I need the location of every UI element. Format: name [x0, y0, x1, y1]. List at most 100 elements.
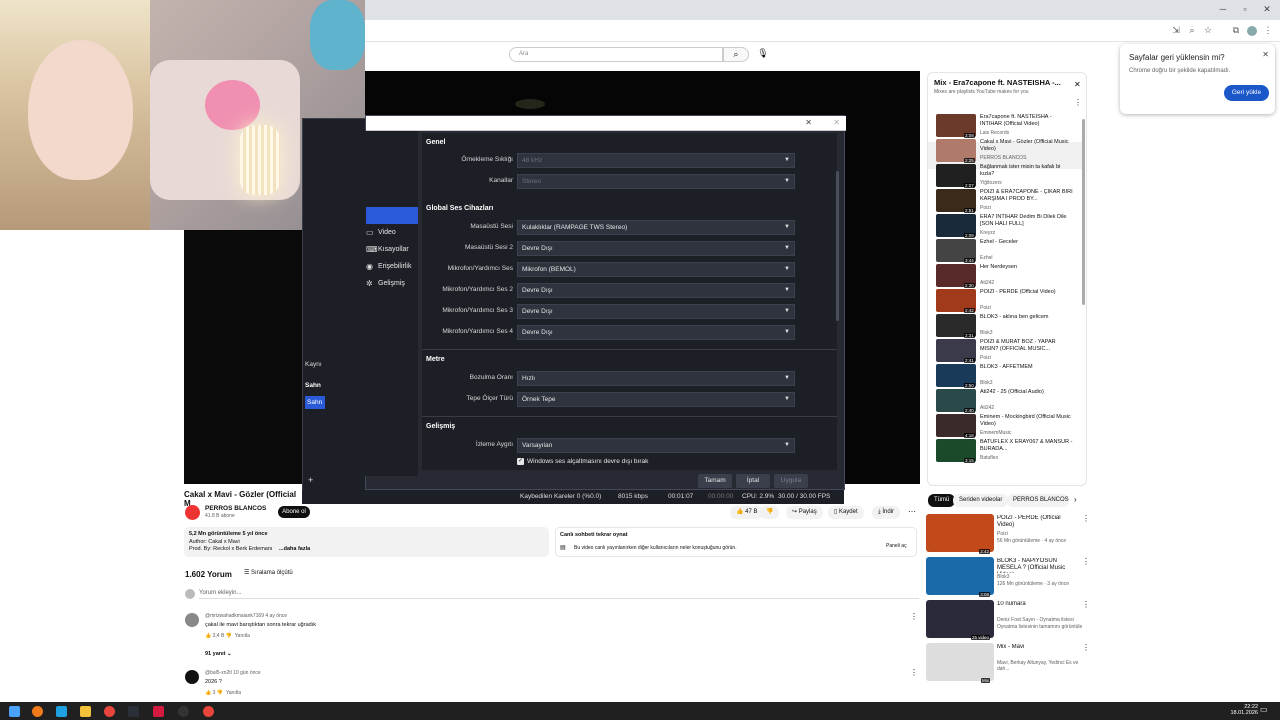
thumbs-down-icon[interactable]: 👎 — [217, 690, 223, 696]
save-button[interactable]: ▯ Kaydet — [828, 506, 864, 519]
scene-item[interactable]: Sahn — [305, 396, 325, 409]
comment-avatar[interactable] — [185, 613, 199, 627]
cancel-button[interactable]: İptal — [736, 474, 770, 488]
sort-button[interactable]: ☰ Sıralama ölçütü — [244, 569, 293, 576]
more-icon[interactable]: ⋯ — [908, 507, 916, 516]
playlist-item[interactable]: 2:40 Ati242 - 25 (Official Audio) Ati242 — [936, 389, 1081, 415]
playlist-item[interactable]: 2:50 BLOK3 - AFFETMEM Blok3 — [936, 364, 1081, 390]
mic-3-select[interactable]: Devre Dışı ▼ — [517, 304, 795, 319]
apply-button[interactable]: Uygula — [774, 474, 808, 488]
install-icon[interactable]: ⇲ — [1170, 25, 1182, 37]
dislike-button[interactable]: 👎 — [760, 506, 780, 519]
sample-rate-select[interactable]: 48 kHz ▼ — [517, 153, 795, 168]
subscribe-button[interactable]: Abone ol — [278, 506, 310, 518]
replies-toggle[interactable]: 91 yanıt ⌄ — [205, 651, 232, 657]
playlist-menu-icon[interactable]: ⋮ — [1074, 98, 1082, 107]
share-button[interactable]: ↪ Paylaş — [786, 506, 823, 519]
add-icon[interactable]: + — [308, 475, 313, 485]
chevron-right-icon[interactable]: › — [1074, 495, 1077, 504]
thumbs-down-icon[interactable]: 👎 — [226, 633, 232, 639]
steam-icon[interactable] — [128, 706, 139, 717]
comment-menu-icon[interactable]: ⋮ — [910, 612, 918, 621]
playlist-item[interactable]: 2:25 Cakal x Mavi - Gözler (Official Musi… — [936, 139, 1081, 165]
channels-select[interactable]: Stereo ▼ — [517, 174, 795, 189]
comment-author-name[interactable]: @mrizwahadkmaiank7169 — [205, 613, 264, 619]
maximize-icon[interactable]: ▫ — [1237, 4, 1253, 16]
item-menu-icon[interactable]: ⋮ — [1082, 514, 1090, 523]
playlist-scrollbar[interactable] — [1082, 119, 1085, 305]
item-menu-icon[interactable]: ⋮ — [1082, 557, 1090, 566]
mic-4-select[interactable]: Devre Dışı ▼ — [517, 325, 795, 340]
description-box[interactable]: 5,2 Mn görüntüleme 5 yıl önce Author: Ca… — [184, 527, 549, 557]
desktop-audio-2-select[interactable]: Devre Dışı ▼ — [517, 241, 795, 256]
sidebar-item-advanced[interactable]: ✲ Gelişmiş — [360, 275, 420, 292]
chip-channel[interactable]: PERROS BLANCOS ... — [1007, 494, 1069, 507]
mic-select[interactable]: Mikrofon (BEMOL) ▼ — [517, 262, 795, 277]
add-comment-input[interactable]: Yorum ekleyin... — [199, 590, 919, 599]
notification-icon[interactable]: ▭ — [1260, 705, 1268, 714]
monitoring-select[interactable]: Varsayılan ▼ — [517, 438, 795, 453]
recommended-item[interactable]: Mix Mix - Mavi Mavi, Berkay Altunyay, Yedi… — [926, 643, 1090, 685]
description-more[interactable]: ...daha fazla — [279, 546, 310, 552]
chip-series[interactable]: Seriden videolar — [953, 494, 1009, 507]
minimize-icon[interactable]: ─ — [1215, 4, 1231, 16]
sidebar-item-audio[interactable] — [366, 207, 418, 224]
channel-name[interactable]: PERROS BLANCOS — [205, 505, 266, 512]
recommended-thumbnail[interactable] — [926, 557, 994, 595]
close-icon[interactable]: ✕ — [1074, 80, 1081, 89]
open-chat-button[interactable]: Paneli aç — [886, 543, 907, 549]
item-menu-icon[interactable]: ⋮ — [1082, 600, 1090, 609]
bookmark-star-icon[interactable]: ☆ — [1202, 25, 1214, 37]
dialog-close-icon[interactable]: ✕ — [805, 118, 812, 127]
settings-scrollbar[interactable] — [836, 171, 839, 321]
close-window-icon[interactable]: ✕ — [1259, 4, 1275, 16]
restore-button[interactable]: Geri yükle — [1224, 85, 1269, 101]
playlist-item[interactable]: 2:41 POIZI & MURAT BOZ - YAPAR MISIN? (OF… — [936, 339, 1081, 365]
thumbs-up-icon[interactable]: 👍 — [205, 633, 213, 639]
clock[interactable]: 22:22 18.01.2026 — [1228, 704, 1258, 716]
playlist-item[interactable]: 3:15 BATUFLEX X ERAY067 & MANSUR - BURADA… — [936, 439, 1081, 465]
reply-button[interactable]: Yanıtla — [235, 633, 250, 639]
mic-2-select[interactable]: Devre Dışı ▼ — [517, 283, 795, 298]
sidebar-item-hotkeys[interactable]: ⌨ Kısayollar — [360, 241, 420, 258]
channel-avatar[interactable] — [185, 505, 200, 520]
recommended-thumbnail[interactable] — [926, 514, 994, 552]
app-icon[interactable] — [32, 706, 43, 717]
edge-icon[interactable] — [56, 706, 67, 717]
playlist-item[interactable]: 2:42 POIZI - PERDE (Official Video) Poizi — [936, 289, 1081, 315]
app-icon[interactable] — [153, 706, 164, 717]
comment-avatar[interactable] — [185, 670, 199, 684]
microphone-icon[interactable]: 🎙 — [757, 48, 769, 60]
playlist-item[interactable]: 2:31 BLOK3 - aklına ben gelicem Blok3 — [936, 314, 1081, 340]
playlist-item[interactable]: 4:18 Eminem - Mockingbird (Official Music… — [936, 414, 1081, 440]
desktop-audio-select[interactable]: Kulaklıklar (RAMPAGE TWS Stereo) ▼ — [517, 220, 795, 235]
menu-kebab-icon[interactable]: ⋮ — [1262, 25, 1274, 37]
playlist-item[interactable]: 2:07 Bağlanmak ister misin ta kafalı bi k… — [936, 164, 1081, 190]
zoom-icon[interactable]: ⌕ — [1186, 25, 1198, 37]
recommended-item[interactable]: 3:08 BLOK3 - NAPIYOSUN MESELA ? (Official… — [926, 557, 1090, 599]
playlist-item[interactable]: 3:44 Ezhel - Geceler Ezhel — [936, 239, 1081, 265]
profile-avatar[interactable] — [1247, 26, 1257, 36]
decay-select[interactable]: Hızlı ▼ — [517, 371, 795, 386]
extensions-icon[interactable]: ⧉ — [1230, 25, 1242, 37]
comment-author-name[interactable]: @bal5-xn2tl — [205, 670, 232, 676]
playlist-item[interactable]: 2:51 POIZI & ERA7CAPONE - ÇIKAR BIRI KARŞ… — [936, 189, 1081, 215]
download-button[interactable]: ⤓ İndir — [872, 506, 900, 519]
windows-start-icon[interactable] — [9, 706, 20, 717]
ok-button[interactable]: Tamam — [698, 474, 732, 488]
close-icon[interactable]: ✕ — [1262, 50, 1269, 59]
recommended-thumbnail[interactable] — [926, 600, 994, 638]
dialog-close-icon-2[interactable]: ✕ — [833, 118, 840, 127]
ducking-checkbox[interactable]: ✓ — [517, 458, 524, 465]
playlist-item[interactable]: 2:30 Her Nerdeysen Ati242 — [936, 264, 1081, 290]
reply-button[interactable]: Yanıtla — [226, 690, 241, 696]
folder-icon[interactable] — [80, 706, 91, 717]
chrome-icon[interactable] — [203, 706, 214, 717]
search-input[interactable]: Ara — [509, 47, 723, 62]
chip-all[interactable]: Tümü — [928, 494, 956, 507]
playlist-item[interactable]: 3:08 Era7capone ft. NASTEISHA - INTIHAR (… — [936, 114, 1081, 140]
chrome-icon[interactable] — [104, 706, 115, 717]
sidebar-item-accessibility[interactable]: ◉ Erişebilirlik — [360, 258, 420, 275]
search-button[interactable]: ⌕ — [723, 47, 749, 62]
like-button[interactable]: 👍 47 B — [730, 506, 764, 519]
